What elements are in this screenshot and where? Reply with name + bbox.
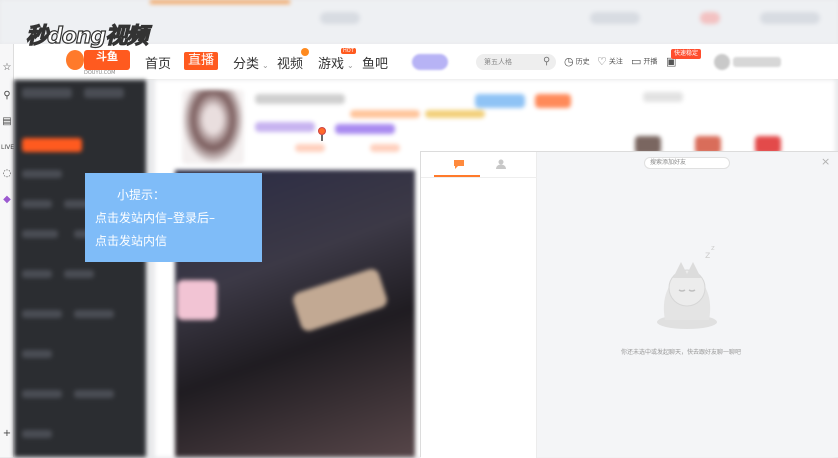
conversation-list <box>421 152 537 458</box>
clock-icon: ◷ <box>564 55 574 68</box>
douyu-logo-icon[interactable] <box>66 50 84 70</box>
history-label: 历史 <box>575 57 590 66</box>
quick-badge: 快速稳定 <box>671 49 702 59</box>
site-logo-sub: DOUYU.COM <box>84 70 116 76</box>
nav-category-label: 分类 <box>233 57 260 72</box>
star-icon[interactable]: ☆ <box>1 62 13 74</box>
svg-text:z: z <box>705 250 710 261</box>
location-pin-icon <box>318 127 326 135</box>
watermark-logo: 秒dong视频 <box>25 18 148 50</box>
flame-icon <box>301 48 309 56</box>
app-icon[interactable]: ◆ <box>1 194 13 206</box>
heart-icon: ♡ <box>597 55 607 68</box>
tip-line-2: 点击发站内信 <box>95 234 168 248</box>
nav-game[interactable]: 游戏 ⌄ <box>318 53 354 72</box>
empty-chat-illustration-icon: z z <box>657 244 717 329</box>
nav-video[interactable]: 视频 <box>277 53 303 72</box>
streamer-avatar[interactable] <box>182 90 244 164</box>
live-icon[interactable]: LIVE <box>1 142 14 154</box>
chevron-down-icon: ⌄ <box>262 61 269 70</box>
tip-box: 小提示： 点击发站内信–登录后– 点击发站内信 <box>85 173 262 262</box>
hot-badge: HOT <box>341 48 356 54</box>
search-icon[interactable]: ⚲ <box>1 90 13 102</box>
chevron-down-icon: ⌄ <box>347 61 354 70</box>
user-name[interactable] <box>733 57 781 67</box>
category-sidebar <box>14 80 146 457</box>
tip-line-1: 点击发站内信–登录后– <box>95 211 216 225</box>
history-button[interactable]: ◷ 历史 <box>564 55 590 68</box>
add-friend-search-input[interactable]: 搜索添加好友 <box>644 157 730 169</box>
broadcast-label: 开播 <box>643 57 658 66</box>
follow-button[interactable]: ♡ 关注 <box>597 55 623 68</box>
add-icon[interactable]: + <box>1 428 13 440</box>
camera-icon: ▭ <box>631 55 642 68</box>
nav-category[interactable]: 分类 ⌄ <box>233 53 269 72</box>
nav-yuba[interactable]: 鱼吧 <box>362 53 388 72</box>
search-icon[interactable]: ⚲ <box>543 56 555 68</box>
nav-home[interactable]: 首页 <box>145 53 171 72</box>
tip-title: 小提示： <box>117 188 166 202</box>
browser-sidebar: ☆ ⚲ ▤ LIVE ◌ ◆ + <box>0 44 14 457</box>
reader-icon[interactable]: ▤ <box>1 116 13 128</box>
friends-icon[interactable] <box>493 158 509 172</box>
chat-icon[interactable]: ◌ <box>1 168 13 180</box>
svg-text:z: z <box>711 244 715 252</box>
nav-live[interactable]: 直播 <box>184 52 219 70</box>
nav-game-label: 游戏 <box>318 57 345 72</box>
empty-chat-text: 你还未选中或发起聊天，快去跟好友聊一聊吧 <box>620 349 741 356</box>
follow-label: 关注 <box>608 57 623 66</box>
avatar[interactable] <box>714 54 730 70</box>
watermark-text: 秒dong视频 <box>25 23 148 49</box>
broadcast-button[interactable]: ▭ 开播 <box>631 55 657 68</box>
chat-bubble-icon[interactable] <box>451 158 467 172</box>
close-icon[interactable]: × <box>821 155 830 168</box>
site-logo[interactable]: 斗鱼 <box>84 50 130 70</box>
promo-pill[interactable] <box>412 54 448 70</box>
message-panel: 搜索添加好友 × z z 你还未选中或发起聊天，快去跟好友聊一聊吧 <box>420 151 838 458</box>
